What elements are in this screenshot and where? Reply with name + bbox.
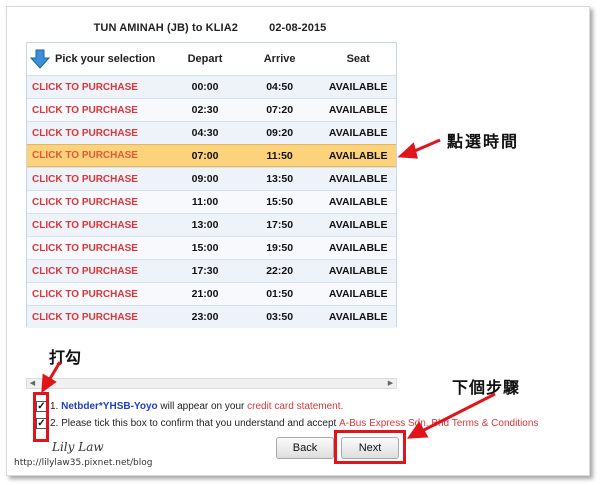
header-pick-label: Pick your selection [55, 53, 156, 65]
terms-line-1: ✓ 1. Netbder*YHSB-Yoyo will appear on yo… [36, 401, 343, 412]
table-row[interactable]: CLICK TO PURCHASE 17:30 22:20 AVAILABLE [27, 259, 396, 282]
merchant-name: Netbder*YHSB-Yoyo [61, 401, 158, 412]
terms-1-text: will appear on your [160, 401, 245, 412]
purchase-link[interactable]: CLICK TO PURCHASE [27, 197, 171, 208]
seat-status: AVAILABLE [328, 311, 388, 323]
watermark-url: http://lilylaw35.pixnet.net/blog [14, 458, 153, 468]
table-row[interactable]: CLICK TO PURCHASE 09:00 13:50 AVAILABLE [27, 167, 396, 190]
arrive-time: 17:50 [266, 219, 294, 231]
seat-status: AVAILABLE [328, 265, 388, 277]
purchase-link[interactable]: CLICK TO PURCHASE [27, 150, 171, 161]
seat-status: AVAILABLE [328, 288, 388, 300]
arrive-time: 04:50 [266, 81, 294, 93]
purchase-link[interactable]: CLICK TO PURCHASE [27, 243, 171, 254]
table-row[interactable]: CLICK TO PURCHASE 00:00 04:50 AVAILABLE [27, 75, 396, 98]
scroll-left-icon[interactable]: ◀ [27, 379, 38, 388]
depart-time: 23:00 [191, 311, 219, 323]
header-seat: Seat [346, 53, 370, 65]
arrive-time: 01:50 [266, 288, 294, 300]
horizontal-scrollbar[interactable]: ◀ ▶ [26, 378, 397, 389]
arrive-time: 11:50 [266, 149, 293, 162]
purchase-link[interactable]: CLICK TO PURCHASE [27, 82, 171, 93]
table-row[interactable]: CLICK TO PURCHASE 13:00 17:50 AVAILABLE [27, 213, 396, 236]
table-row[interactable]: CLICK TO PURCHASE 15:00 19:50 AVAILABLE [27, 236, 396, 259]
purchase-link[interactable]: CLICK TO PURCHASE [27, 105, 171, 116]
schedule-table: Pick your selection Depart Arrive Seat C… [26, 42, 397, 328]
terms-2-text: Please tick this box to confirm that you… [61, 418, 337, 429]
table-row[interactable]: CLICK TO PURCHASE 21:00 01:50 AVAILABLE [27, 282, 396, 305]
credit-card-statement-link[interactable]: credit card statement. [247, 401, 343, 412]
depart-time: 21:00 [191, 288, 219, 300]
depart-time: 15:00 [191, 242, 219, 254]
depart-time: 11:00 [191, 196, 219, 208]
depart-time: 04:30 [191, 127, 219, 139]
arrive-time: 19:50 [266, 242, 294, 254]
seat-status: AVAILABLE [328, 242, 388, 254]
header-pick: Pick your selection [27, 48, 171, 70]
purchase-link[interactable]: CLICK TO PURCHASE [27, 128, 171, 139]
table-row[interactable]: CLICK TO PURCHASE 02:30 07:20 AVAILABLE [27, 98, 396, 121]
purchase-link[interactable]: CLICK TO PURCHASE [27, 289, 171, 300]
depart-time: 17:30 [191, 265, 219, 277]
purchase-link[interactable]: CLICK TO PURCHASE [27, 312, 171, 323]
table-row[interactable]: CLICK TO PURCHASE 11:00 15:50 AVAILABLE [27, 190, 396, 213]
scroll-right-icon[interactable]: ▶ [385, 379, 396, 388]
route-date: 02-08-2015 [269, 22, 327, 34]
depart-time: 07:00 [191, 149, 219, 162]
arrive-time: 03:50 [266, 311, 294, 323]
watermark-signature: Lily Law [52, 440, 104, 454]
terms-1-number: 1. [50, 401, 59, 412]
annotation-select-time: 點選時間 [447, 132, 520, 151]
depart-time: 09:00 [191, 173, 219, 185]
table-header: Pick your selection Depart Arrive Seat [27, 43, 396, 75]
header-arrive: Arrive [263, 53, 296, 65]
arrive-time: 13:50 [266, 173, 294, 185]
arrive-time: 15:50 [266, 196, 294, 208]
terms-line-2: ✓ 2. Please tick this box to confirm tha… [36, 418, 538, 429]
seat-status: AVAILABLE [328, 196, 388, 208]
depart-time: 13:00 [191, 219, 219, 231]
purchase-link[interactable]: CLICK TO PURCHASE [27, 220, 171, 231]
seat-status: AVAILABLE [328, 104, 388, 116]
next-highlight-box [334, 430, 406, 464]
seat-status: AVAILABLE [328, 219, 388, 231]
terms-conditions-link[interactable]: A-Bus Express Sdn. Bhd Terms & Condition… [339, 418, 538, 429]
purchase-link[interactable]: CLICK TO PURCHASE [27, 266, 171, 277]
terms-2-number: 2. [50, 418, 59, 429]
depart-time: 02:30 [191, 104, 219, 116]
seat-status: AVAILABLE [328, 173, 388, 185]
seat-status: AVAILABLE [328, 149, 388, 162]
table-row[interactable]: CLICK TO PURCHASE 23:00 03:50 AVAILABLE [27, 305, 396, 328]
down-arrow-icon [29, 49, 51, 69]
table-row[interactable]: CLICK TO PURCHASE 04:30 09:20 AVAILABLE [27, 121, 396, 144]
header-depart: Depart [187, 53, 223, 65]
arrive-time: 09:20 [266, 127, 294, 139]
checkbox-highlight-box [33, 392, 49, 442]
back-button[interactable]: Back [276, 437, 334, 459]
arrive-time: 07:20 [266, 104, 294, 116]
seat-status: AVAILABLE [328, 81, 388, 93]
route-header: TUN AMINAH (JB) to KLIA2 02-08-2015 [0, 22, 420, 34]
purchase-link[interactable]: CLICK TO PURCHASE [27, 174, 171, 185]
annotation-tick: 打勾 [49, 348, 82, 367]
route-title: TUN AMINAH (JB) to KLIA2 [93, 22, 238, 34]
seat-status: AVAILABLE [328, 127, 388, 139]
table-row[interactable]: CLICK TO PURCHASE 07:00 11:50 AVAILABLE [27, 144, 396, 167]
arrive-time: 22:20 [266, 265, 294, 277]
depart-time: 00:00 [191, 81, 219, 93]
table-body: CLICK TO PURCHASE 00:00 04:50 AVAILABLE CLIC… [27, 75, 396, 328]
annotation-next-step: 下個步驟 [452, 378, 521, 397]
